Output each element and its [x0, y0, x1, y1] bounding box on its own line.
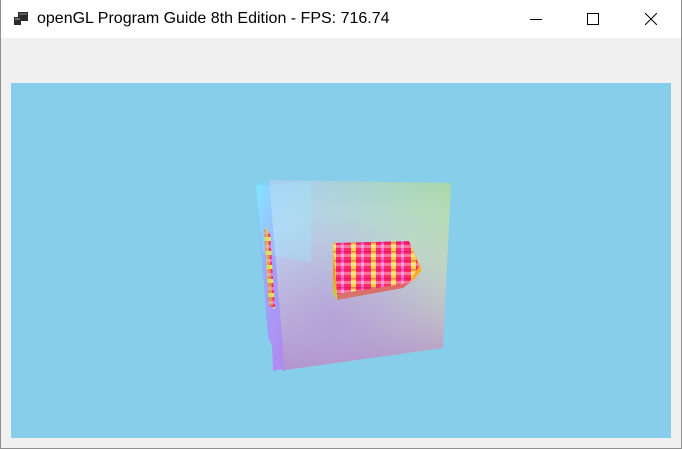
- opengl-viewport[interactable]: [11, 83, 671, 438]
- maximize-icon: [587, 13, 599, 25]
- app-window-icon: [13, 11, 29, 27]
- rendered-scene: [256, 180, 451, 371]
- title-bar[interactable]: openGL Program Guide 8th Edition - FPS: …: [1, 0, 681, 38]
- maximize-button[interactable]: [570, 0, 616, 38]
- minimize-icon: [530, 19, 542, 20]
- app-window: openGL Program Guide 8th Edition - FPS: …: [0, 0, 682, 449]
- close-icon: [645, 13, 657, 25]
- minimize-button[interactable]: [513, 0, 559, 38]
- client-area: [1, 38, 681, 448]
- close-button[interactable]: [628, 0, 674, 38]
- window-title: openGL Program Guide 8th Edition - FPS: …: [37, 10, 390, 27]
